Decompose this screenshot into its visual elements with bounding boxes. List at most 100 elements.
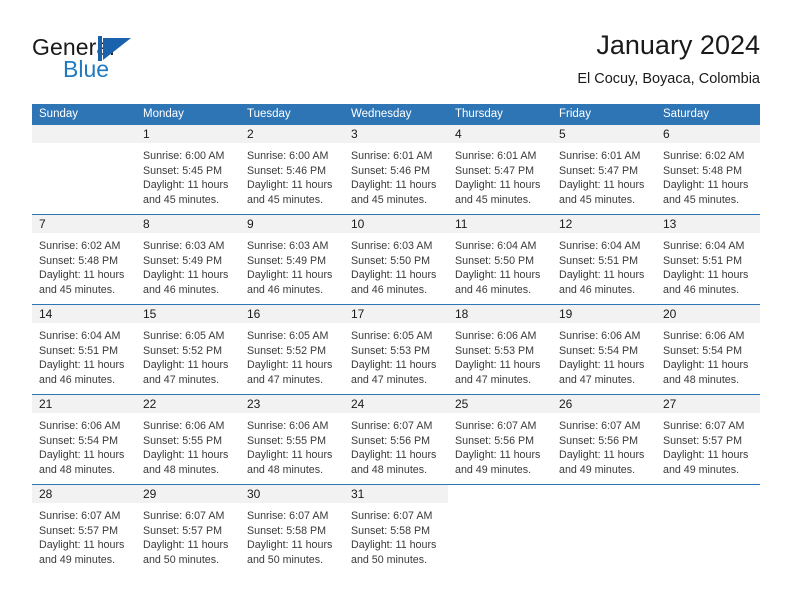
- calendar-day-cell[interactable]: 8 Sunrise: 6:03 AM Sunset: 5:49 PM Daylight…: [136, 215, 240, 304]
- daylight-duration-line2: and 48 minutes.: [351, 463, 428, 476]
- sunset-time: Sunset: 5:55 PM: [143, 434, 223, 447]
- day-details: Sunrise: 6:03 AM Sunset: 5:49 PM Daylight:…: [240, 233, 344, 297]
- sunset-time: Sunset: 5:45 PM: [143, 164, 223, 177]
- sunrise-time: Sunrise: 6:02 AM: [663, 150, 745, 162]
- day-number: 22: [136, 395, 240, 413]
- brand-logo[interactable]: General Blue: [32, 34, 232, 90]
- calendar-body: 1 Sunrise: 6:00 AM Sunset: 5:45 PM Daylight…: [32, 125, 760, 574]
- calendar-day-cell[interactable]: 25 Sunrise: 6:07 AM Sunset: 5:56 PM Dayligh…: [448, 395, 552, 484]
- calendar-day-cell[interactable]: 23 Sunrise: 6:06 AM Sunset: 5:55 PM Dayligh…: [240, 395, 344, 484]
- calendar-day-cell[interactable]: 27 Sunrise: 6:07 AM Sunset: 5:57 PM Dayligh…: [656, 395, 760, 484]
- day-number: 3: [344, 125, 448, 143]
- sunset-time: Sunset: 5:54 PM: [39, 434, 119, 447]
- calendar-day-cell[interactable]: 15 Sunrise: 6:05 AM Sunset: 5:52 PM Dayligh…: [136, 305, 240, 394]
- calendar-day-cell[interactable]: 4 Sunrise: 6:01 AM Sunset: 5:47 PM Daylight…: [448, 125, 552, 214]
- sunset-time: Sunset: 5:52 PM: [247, 344, 327, 357]
- daylight-duration-line1: Daylight: 11 hours: [455, 179, 541, 192]
- day-details: Sunrise: 6:03 AM Sunset: 5:50 PM Daylight:…: [344, 233, 448, 297]
- daylight-duration-line2: and 49 minutes.: [663, 463, 740, 476]
- day-details: Sunrise: 6:04 AM Sunset: 5:51 PM Daylight:…: [552, 233, 656, 297]
- weekday-header-sunday: Sunday: [39, 108, 79, 120]
- daylight-duration-line2: and 48 minutes.: [663, 373, 740, 386]
- page-subtitle: El Cocuy, Boyaca, Colombia: [577, 71, 760, 87]
- day-number: 25: [448, 395, 552, 413]
- sunset-time: Sunset: 5:50 PM: [455, 254, 535, 267]
- day-number: 18: [448, 305, 552, 323]
- day-number: 30: [240, 485, 344, 503]
- day-details: Sunrise: 6:00 AM Sunset: 5:46 PM Daylight:…: [240, 143, 344, 207]
- sunrise-time: Sunrise: 6:06 AM: [663, 330, 745, 342]
- daylight-duration-line2: and 50 minutes.: [143, 553, 220, 566]
- calendar-cell-empty: [32, 125, 136, 214]
- week-cells: 21 Sunrise: 6:06 AM Sunset: 5:54 PM Dayligh…: [32, 395, 760, 484]
- daylight-duration-line1: Daylight: 11 hours: [559, 449, 645, 462]
- calendar-day-cell[interactable]: 1 Sunrise: 6:00 AM Sunset: 5:45 PM Daylight…: [136, 125, 240, 214]
- day-number: 17: [344, 305, 448, 323]
- sunrise-time: Sunrise: 6:02 AM: [39, 240, 121, 252]
- calendar-day-cell[interactable]: 2 Sunrise: 6:00 AM Sunset: 5:46 PM Daylight…: [240, 125, 344, 214]
- calendar-day-cell[interactable]: 18 Sunrise: 6:06 AM Sunset: 5:53 PM Dayligh…: [448, 305, 552, 394]
- calendar-day-cell[interactable]: 11 Sunrise: 6:04 AM Sunset: 5:50 PM Dayligh…: [448, 215, 552, 304]
- day-number: 26: [552, 395, 656, 413]
- calendar-day-cell[interactable]: 19 Sunrise: 6:06 AM Sunset: 5:54 PM Dayligh…: [552, 305, 656, 394]
- calendar-day-cell[interactable]: 16 Sunrise: 6:05 AM Sunset: 5:52 PM Dayligh…: [240, 305, 344, 394]
- week-cells: 14 Sunrise: 6:04 AM Sunset: 5:51 PM Dayligh…: [32, 305, 760, 394]
- sunrise-time: Sunrise: 6:06 AM: [247, 420, 329, 432]
- sunset-time: Sunset: 5:51 PM: [663, 254, 743, 267]
- calendar-day-cell[interactable]: 13 Sunrise: 6:04 AM Sunset: 5:51 PM Dayligh…: [656, 215, 760, 304]
- calendar-day-cell[interactable]: 6 Sunrise: 6:02 AM Sunset: 5:48 PM Daylight…: [656, 125, 760, 214]
- day-details: Sunrise: 6:07 AM Sunset: 5:56 PM Daylight:…: [448, 413, 552, 477]
- calendar-day-cell[interactable]: 14 Sunrise: 6:04 AM Sunset: 5:51 PM Dayligh…: [32, 305, 136, 394]
- sunrise-time: Sunrise: 6:01 AM: [351, 150, 433, 162]
- calendar-day-cell[interactable]: 22 Sunrise: 6:06 AM Sunset: 5:55 PM Dayligh…: [136, 395, 240, 484]
- sunrise-time: Sunrise: 6:05 AM: [351, 330, 433, 342]
- calendar-day-cell[interactable]: 5 Sunrise: 6:01 AM Sunset: 5:47 PM Daylight…: [552, 125, 656, 214]
- calendar-day-cell[interactable]: 3 Sunrise: 6:01 AM Sunset: 5:46 PM Daylight…: [344, 125, 448, 214]
- daylight-duration-line2: and 47 minutes.: [455, 373, 532, 386]
- calendar-day-cell[interactable]: 21 Sunrise: 6:06 AM Sunset: 5:54 PM Dayligh…: [32, 395, 136, 484]
- calendar-day-cell[interactable]: 30 Sunrise: 6:07 AM Sunset: 5:58 PM Dayligh…: [240, 485, 344, 574]
- daylight-duration-line2: and 49 minutes.: [39, 553, 116, 566]
- day-details: Sunrise: 6:06 AM Sunset: 5:55 PM Daylight:…: [136, 413, 240, 477]
- calendar-page: General Blue January 2024 El Cocuy, Boya…: [0, 0, 792, 612]
- calendar-day-cell[interactable]: 29 Sunrise: 6:07 AM Sunset: 5:57 PM Dayligh…: [136, 485, 240, 574]
- sunset-time: Sunset: 5:50 PM: [351, 254, 431, 267]
- daylight-duration-line1: Daylight: 11 hours: [455, 269, 541, 282]
- day-number: 8: [136, 215, 240, 233]
- sunset-time: Sunset: 5:49 PM: [143, 254, 223, 267]
- sunset-time: Sunset: 5:48 PM: [39, 254, 119, 267]
- day-number: 28: [32, 485, 136, 503]
- calendar-day-cell[interactable]: 28 Sunrise: 6:07 AM Sunset: 5:57 PM Dayligh…: [32, 485, 136, 574]
- calendar-day-cell[interactable]: 7 Sunrise: 6:02 AM Sunset: 5:48 PM Daylight…: [32, 215, 136, 304]
- daylight-duration-line1: Daylight: 11 hours: [455, 449, 541, 462]
- daylight-duration-line1: Daylight: 11 hours: [247, 449, 333, 462]
- sunrise-time: Sunrise: 6:07 AM: [143, 510, 225, 522]
- sunset-time: Sunset: 5:58 PM: [351, 524, 431, 537]
- calendar-day-cell[interactable]: 17 Sunrise: 6:05 AM Sunset: 5:53 PM Dayligh…: [344, 305, 448, 394]
- day-number: 21: [32, 395, 136, 413]
- day-number: 16: [240, 305, 344, 323]
- day-number: [656, 485, 760, 503]
- brand-name-blue: Blue: [63, 56, 110, 82]
- week-cells: 7 Sunrise: 6:02 AM Sunset: 5:48 PM Daylight…: [32, 215, 760, 304]
- calendar-day-cell[interactable]: 12 Sunrise: 6:04 AM Sunset: 5:51 PM Dayligh…: [552, 215, 656, 304]
- weekday-header-monday: Monday: [143, 108, 184, 120]
- day-number: 23: [240, 395, 344, 413]
- day-details: Sunrise: 6:07 AM Sunset: 5:58 PM Daylight:…: [344, 503, 448, 567]
- daylight-duration-line2: and 49 minutes.: [559, 463, 636, 476]
- daylight-duration-line1: Daylight: 11 hours: [247, 179, 333, 192]
- calendar-day-cell[interactable]: 20 Sunrise: 6:06 AM Sunset: 5:54 PM Dayligh…: [656, 305, 760, 394]
- weekday-header-thursday: Thursday: [455, 108, 503, 120]
- calendar-day-cell[interactable]: 9 Sunrise: 6:03 AM Sunset: 5:49 PM Daylight…: [240, 215, 344, 304]
- calendar-day-cell[interactable]: 26 Sunrise: 6:07 AM Sunset: 5:56 PM Dayligh…: [552, 395, 656, 484]
- calendar-day-cell[interactable]: 24 Sunrise: 6:07 AM Sunset: 5:56 PM Dayligh…: [344, 395, 448, 484]
- day-details: Sunrise: 6:06 AM Sunset: 5:54 PM Daylight:…: [552, 323, 656, 387]
- daylight-duration-line1: Daylight: 11 hours: [559, 359, 645, 372]
- daylight-duration-line1: Daylight: 11 hours: [663, 359, 749, 372]
- daylight-duration-line1: Daylight: 11 hours: [39, 539, 125, 552]
- day-number: 20: [656, 305, 760, 323]
- calendar-day-cell[interactable]: 31 Sunrise: 6:07 AM Sunset: 5:58 PM Dayligh…: [344, 485, 448, 574]
- sunset-time: Sunset: 5:46 PM: [351, 164, 431, 177]
- day-number: [448, 485, 552, 503]
- calendar-day-cell[interactable]: 10 Sunrise: 6:03 AM Sunset: 5:50 PM Dayligh…: [344, 215, 448, 304]
